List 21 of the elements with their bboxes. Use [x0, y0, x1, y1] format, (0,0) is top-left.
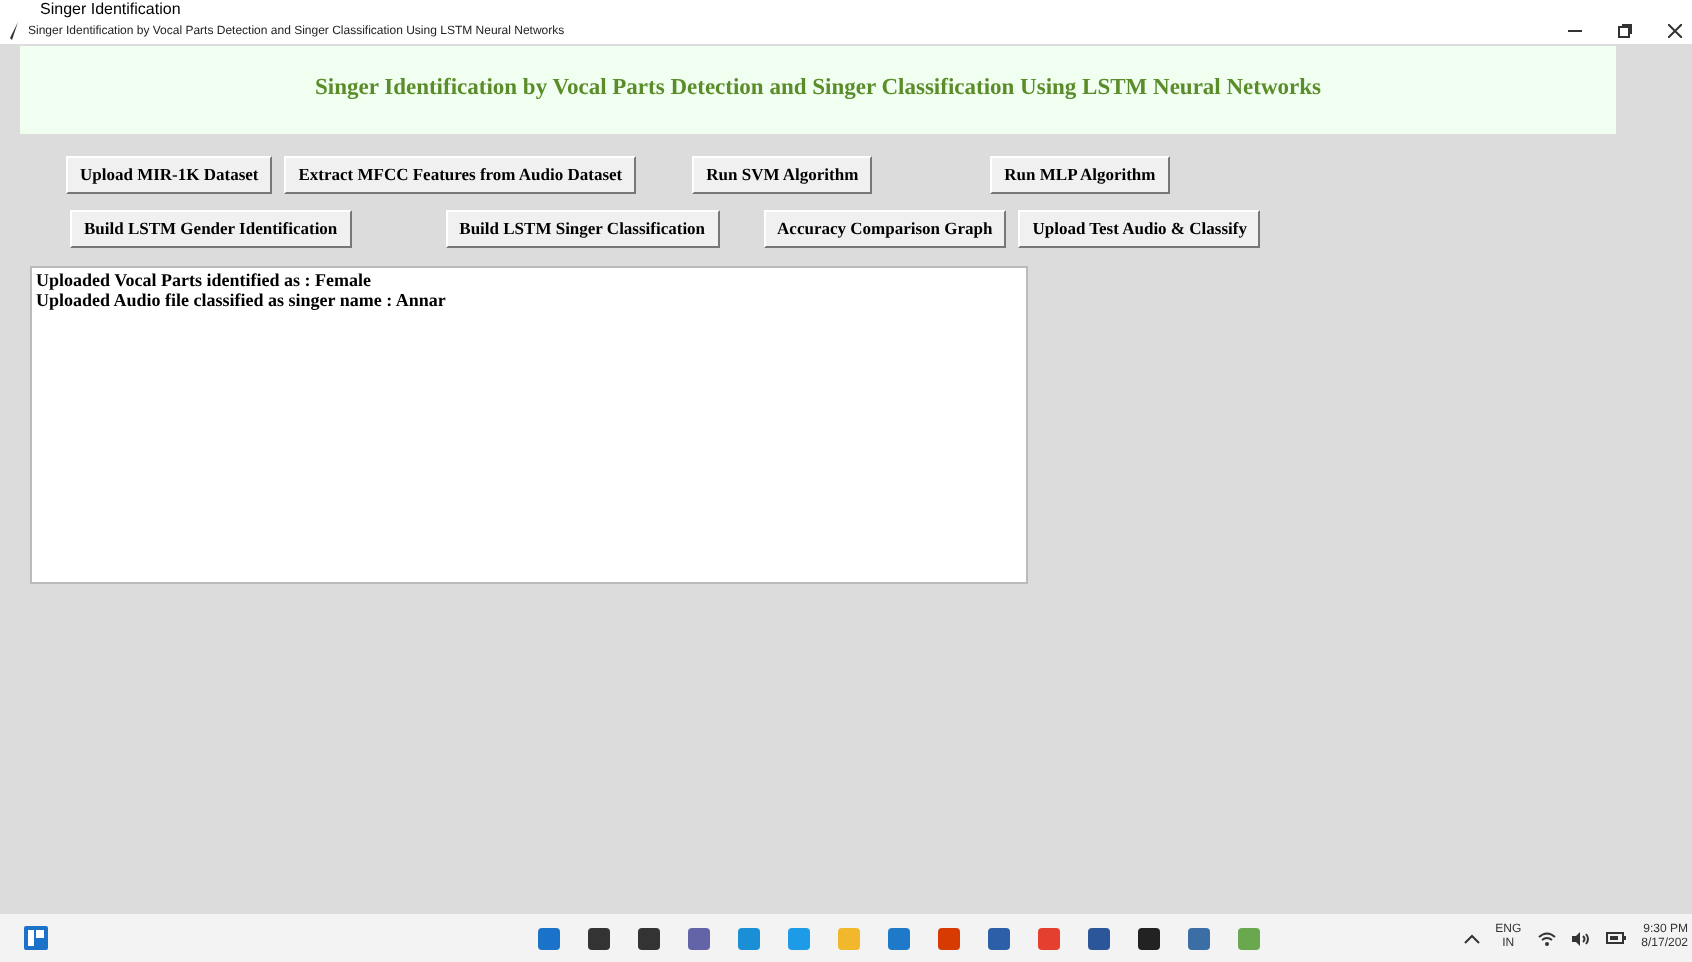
app-heading: Singer Identification by Vocal Parts Detection and Singer Classification Using LSTM Neural Networks [314, 74, 1322, 105]
action-button[interactable]: Build LSTM Singer Classification [445, 210, 720, 248]
restore-icon[interactable] [1618, 24, 1632, 38]
speaker-icon[interactable] [1571, 931, 1590, 945]
feather-icon [10, 22, 20, 40]
action-button[interactable]: Upload MIR-1K Dataset [66, 156, 273, 194]
widgets-icon[interactable] [24, 926, 48, 950]
output-line: Uploaded Vocal Parts identified as : Female [36, 270, 373, 290]
action-button[interactable]: Run MLP Algorithm [990, 156, 1170, 194]
action-button[interactable]: Accuracy Comparison Graph [763, 210, 1007, 248]
action-button[interactable]: Extract MFCC Features from Audio Dataset [284, 156, 637, 194]
action-button[interactable]: Run SVM Algorithm [692, 156, 873, 194]
output-text-area[interactable]: Uploaded Vocal Parts identified as : Female Uploaded Audio file classified as singer name : Annar [30, 266, 1028, 584]
battery-icon[interactable] [1605, 932, 1626, 944]
wifi-icon[interactable] [1537, 931, 1556, 945]
close-icon[interactable] [1668, 24, 1682, 38]
chevron-up-icon[interactable] [1463, 933, 1480, 943]
action-button[interactable]: Build LSTM Gender Identification [70, 210, 352, 248]
output-line: Uploaded Audio file classified as singer name : Annar [36, 290, 448, 310]
overlay-heading: Singer Identification [40, 0, 181, 18]
action-button[interactable]: Upload Test Audio & Classify [1018, 210, 1261, 248]
